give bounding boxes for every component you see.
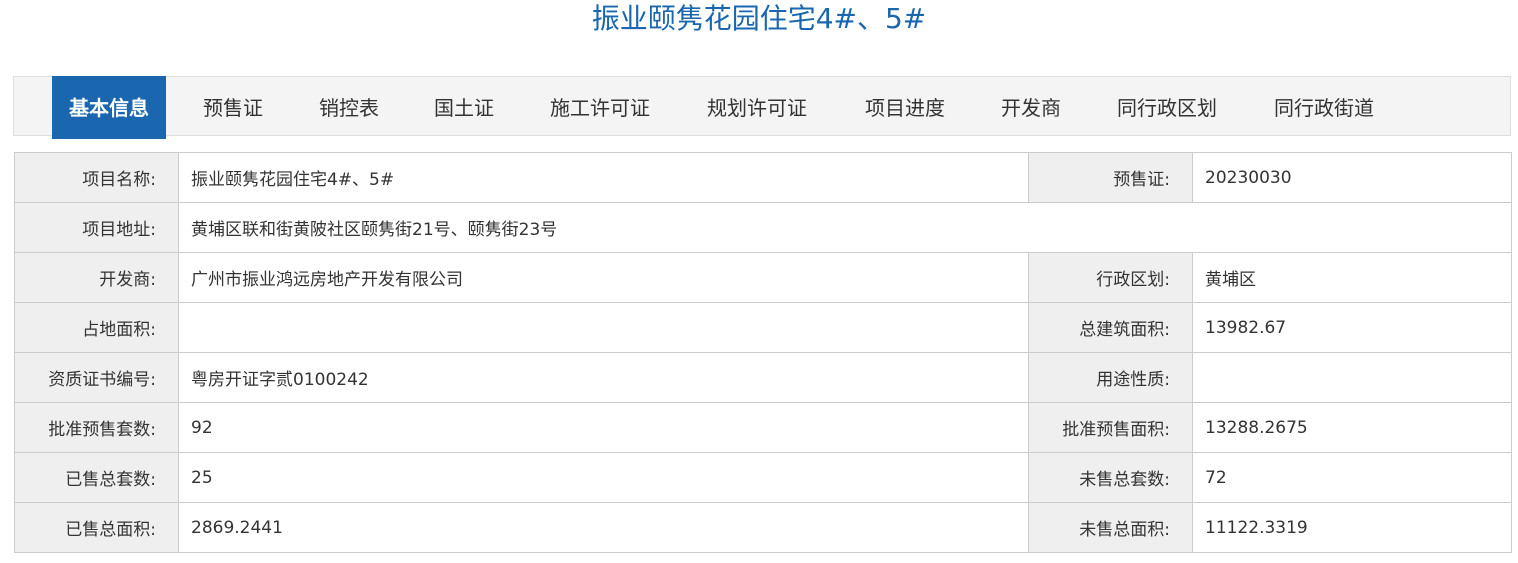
- approved-area-label: 批准预售面积:: [1028, 402, 1193, 453]
- table-row: 开发商: 广州市振业鸿远房地产开发有限公司 行政区划: 黄埔区: [14, 252, 1512, 303]
- usage-value: [1192, 352, 1512, 403]
- unsold-units-value: 72: [1192, 452, 1512, 503]
- tab-construction-permit[interactable]: 施工许可证: [550, 77, 650, 139]
- qualification-value: 粤房开证字贰0100242: [178, 352, 1029, 403]
- tab-planning-permit[interactable]: 规划许可证: [707, 77, 807, 139]
- unsold-area-value: 11122.3319: [1192, 502, 1512, 553]
- usage-label: 用途性质:: [1028, 352, 1193, 403]
- sold-area-label: 已售总面积:: [14, 502, 179, 553]
- page-title: 振业颐隽花园住宅4#、5#: [591, 2, 927, 35]
- table-row: 批准预售套数: 92 批准预售面积: 13288.2675: [14, 402, 1512, 453]
- project-info-table: 项目名称: 振业颐隽花园住宅4#、5# 预售证: 20230030 项目地址: …: [14, 152, 1512, 553]
- district-label: 行政区划:: [1028, 252, 1193, 303]
- tab-presale-cert[interactable]: 预售证: [203, 77, 263, 139]
- address-label: 项目地址:: [14, 202, 179, 253]
- approved-units-value: 92: [178, 402, 1029, 453]
- table-row: 已售总套数: 25 未售总套数: 72: [14, 452, 1512, 503]
- land-area-label: 占地面积:: [14, 302, 179, 353]
- total-building-area-label: 总建筑面积:: [1028, 302, 1193, 353]
- tab-same-street[interactable]: 同行政街道: [1274, 77, 1374, 139]
- tab-basic-info[interactable]: 基本信息: [52, 76, 166, 139]
- presale-cert-value: 20230030: [1192, 152, 1512, 203]
- sold-units-label: 已售总套数:: [14, 452, 179, 503]
- tab-developer[interactable]: 开发商: [1001, 77, 1061, 139]
- sold-area-value: 2869.2441: [178, 502, 1029, 553]
- tab-project-progress[interactable]: 项目进度: [865, 77, 945, 139]
- district-value: 黄埔区: [1192, 252, 1512, 303]
- sold-units-value: 25: [178, 452, 1029, 503]
- total-building-area-value: 13982.67: [1192, 302, 1512, 353]
- qualification-label: 资质证书编号:: [14, 352, 179, 403]
- tab-bar: 基本信息 预售证 销控表 国土证 施工许可证 规划许可证 项目进度 开发商 同行…: [13, 76, 1511, 139]
- approved-area-value: 13288.2675: [1192, 402, 1512, 453]
- tab-same-district[interactable]: 同行政区划: [1117, 77, 1217, 139]
- project-name-label: 项目名称:: [14, 152, 179, 203]
- address-value: 黄埔区联和街黄陂社区颐隽街21号、颐隽街23号: [178, 202, 1512, 253]
- approved-units-label: 批准预售套数:: [14, 402, 179, 453]
- table-row: 资质证书编号: 粤房开证字贰0100242 用途性质:: [14, 352, 1512, 403]
- tab-land-cert[interactable]: 国土证: [434, 77, 494, 139]
- table-row: 已售总面积: 2869.2441 未售总面积: 11122.3319: [14, 502, 1512, 553]
- table-row: 项目地址: 黄埔区联和街黄陂社区颐隽街21号、颐隽街23号: [14, 202, 1512, 253]
- project-name-value: 振业颐隽花园住宅4#、5#: [178, 152, 1029, 203]
- presale-cert-label: 预售证:: [1028, 152, 1193, 203]
- table-row: 占地面积: 总建筑面积: 13982.67: [14, 302, 1512, 353]
- unsold-area-label: 未售总面积:: [1028, 502, 1193, 553]
- tab-sales-control[interactable]: 销控表: [319, 77, 379, 139]
- developer-label: 开发商:: [14, 252, 179, 303]
- unsold-units-label: 未售总套数:: [1028, 452, 1193, 503]
- developer-value: 广州市振业鸿远房地产开发有限公司: [178, 252, 1029, 303]
- table-row: 项目名称: 振业颐隽花园住宅4#、5# 预售证: 20230030: [14, 152, 1512, 203]
- land-area-value: [178, 302, 1029, 353]
